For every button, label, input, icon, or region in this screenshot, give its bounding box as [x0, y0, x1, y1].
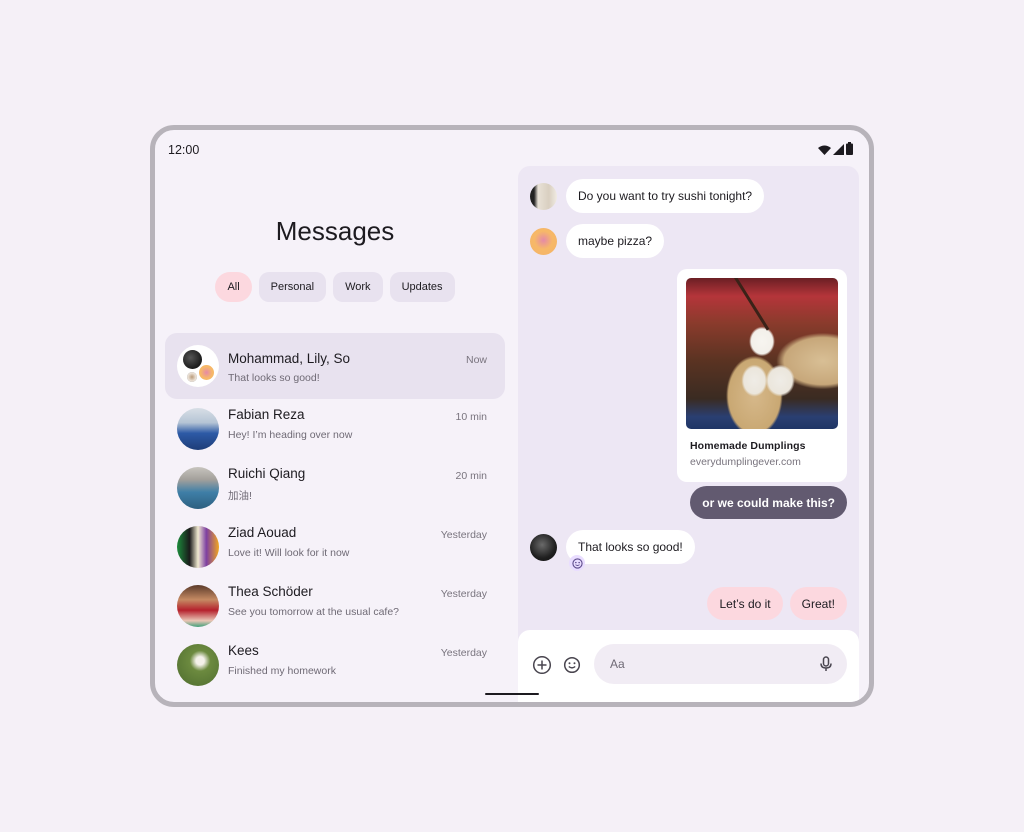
conversation-item[interactable]: Kees Finished my homework Yesterday	[165, 635, 505, 694]
filter-chip-personal[interactable]: Personal	[258, 272, 327, 302]
message-row: or we could make this?	[690, 486, 847, 519]
conversation-list-pane: Messages All Personal Work Updates Moham…	[155, 130, 515, 702]
message-row: Do you want to try sushi tonight?	[530, 179, 765, 213]
conversation-name: Thea Schöder	[228, 584, 313, 599]
conversation-preview: That looks so good!	[228, 372, 320, 384]
suggestion-row: Let’s do it Great!	[707, 587, 847, 620]
voice-input-button[interactable]	[817, 655, 835, 673]
conversation-item[interactable]: Ruichi Qiang 加油! 20 min	[165, 458, 505, 517]
conversation-preview: Love it! Will look for it now	[228, 547, 350, 559]
reaction-badge[interactable]	[569, 555, 585, 571]
filter-chips: All Personal Work Updates	[155, 272, 515, 302]
conversation-time: 10 min	[455, 411, 487, 423]
filter-chip-all[interactable]: All	[215, 272, 252, 302]
conversation-name: Kees	[228, 643, 259, 658]
filter-chip-updates[interactable]: Updates	[389, 272, 455, 302]
link-url: everydumplingever.com	[690, 456, 801, 468]
navigation-handle[interactable]	[485, 693, 539, 695]
sender-avatar	[530, 182, 557, 210]
message-composer	[518, 630, 859, 702]
avatar	[177, 467, 219, 509]
conversation-preview: Hey! I’m heading over now	[228, 429, 353, 441]
message-input[interactable]	[594, 644, 847, 684]
message-bubble: That looks so good!	[566, 530, 695, 564]
conversation-time: Yesterday	[440, 588, 487, 600]
conversation-preview: 加油!	[228, 490, 252, 502]
signal-icon	[833, 144, 844, 155]
page-title: Messages	[275, 216, 395, 246]
link-title: Homemade Dumplings	[690, 440, 806, 452]
chat-pane: Do you want to try sushi tonight? maybe …	[518, 166, 859, 702]
conversation-name: Ruichi Qiang	[228, 466, 306, 481]
avatar-so	[199, 365, 214, 380]
conversation-preview: Finished my homework	[228, 665, 336, 677]
device-frame: 12:00 Messages All Personal Work Updates…	[150, 125, 874, 707]
wifi-icon	[818, 145, 831, 155]
avatar	[177, 526, 219, 568]
message-bubble: Do you want to try sushi tonight?	[566, 179, 765, 213]
conversation-item[interactable]: Ziad Aouad Love it! Will look for it now…	[165, 517, 505, 576]
suggestion-chip[interactable]: Let’s do it	[707, 587, 783, 620]
microphone-icon	[820, 656, 832, 671]
conversation-time: 20 min	[455, 470, 487, 482]
message-row: maybe pizza?	[530, 224, 665, 258]
conversation-name: Ziad Aouad	[228, 525, 297, 540]
suggestion-chip[interactable]: Great!	[789, 587, 847, 620]
message-bubble-sent: or we could make this?	[690, 486, 847, 519]
conversation-time: Yesterday	[440, 647, 487, 659]
conversation-time: Now	[465, 354, 487, 366]
conversation-list: Mohammad, Lily, So That looks so good! N…	[165, 333, 505, 694]
conversation-time: Yesterday	[440, 529, 487, 541]
group-avatar	[177, 345, 219, 387]
avatar-mohammad	[183, 350, 202, 369]
add-attachment-button[interactable]	[532, 655, 552, 675]
message-bubble: maybe pizza?	[566, 224, 665, 258]
sender-avatar	[530, 227, 557, 255]
conversation-preview: See you tomorrow at the usual cafe?	[228, 606, 400, 618]
battery-icon	[846, 142, 853, 155]
avatar-lily	[187, 372, 197, 382]
sender-avatar	[530, 533, 557, 561]
smile-emoji-icon	[571, 557, 583, 569]
conversation-item[interactable]: Thea Schöder See you tomorrow at the usu…	[165, 576, 505, 635]
status-icons	[818, 142, 853, 155]
avatar	[177, 408, 219, 450]
link-preview-image	[686, 278, 838, 429]
emoji-button[interactable]	[562, 655, 582, 675]
conversation-item[interactable]: Mohammad, Lily, So That looks so good! N…	[165, 333, 505, 399]
add-circle-icon	[532, 655, 552, 675]
chopstick	[734, 278, 770, 331]
message-row: That looks so good!	[530, 530, 695, 564]
emoji-icon	[563, 656, 581, 674]
avatar	[177, 644, 219, 686]
conversation-item[interactable]: Fabian Reza Hey! I’m heading over now 10…	[165, 399, 505, 458]
conversation-name: Mohammad, Lily, So	[228, 351, 351, 366]
conversation-name: Fabian Reza	[228, 407, 305, 422]
avatar	[177, 585, 219, 627]
filter-chip-work[interactable]: Work	[333, 272, 383, 302]
link-preview-card[interactable]: Homemade Dumplings everydumplingever.com	[677, 269, 847, 482]
